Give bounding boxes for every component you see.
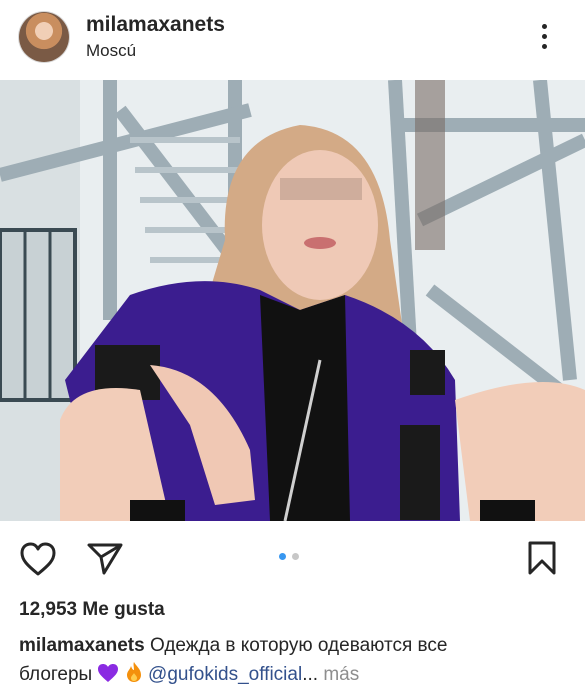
fire-emoji [126, 662, 141, 682]
post-username[interactable]: milamaxanets [86, 13, 225, 37]
caption-username[interactable]: milamaxanets [19, 635, 145, 656]
purple-heart-emoji [98, 664, 119, 682]
heart-icon[interactable] [19, 541, 57, 577]
caption-text-line1: Одежда в которую одеваются все [149, 635, 448, 656]
likes-count[interactable]: 12,953 Me gusta [19, 599, 165, 621]
carousel-dot [292, 553, 299, 560]
post-actions [0, 521, 585, 591]
post-caption: milamaxanets Одежда в которую одеваются … [19, 631, 579, 689]
share-icon[interactable] [86, 542, 124, 576]
post-location[interactable]: Moscú [86, 41, 136, 61]
avatar[interactable] [19, 12, 69, 62]
more-options-icon[interactable] [535, 24, 555, 50]
post-header: milamaxanets Moscú [0, 0, 585, 80]
carousel-indicator [279, 553, 303, 561]
bookmark-icon[interactable] [527, 540, 557, 576]
caption-more-link[interactable]: más [323, 664, 359, 685]
caption-ellipsis: ... [302, 664, 319, 685]
post-photo[interactable] [0, 80, 585, 521]
caption-mention[interactable]: @gufokids_official [148, 664, 302, 685]
caption-text-line2: блогеры [19, 664, 93, 685]
carousel-dot-active [279, 553, 286, 560]
